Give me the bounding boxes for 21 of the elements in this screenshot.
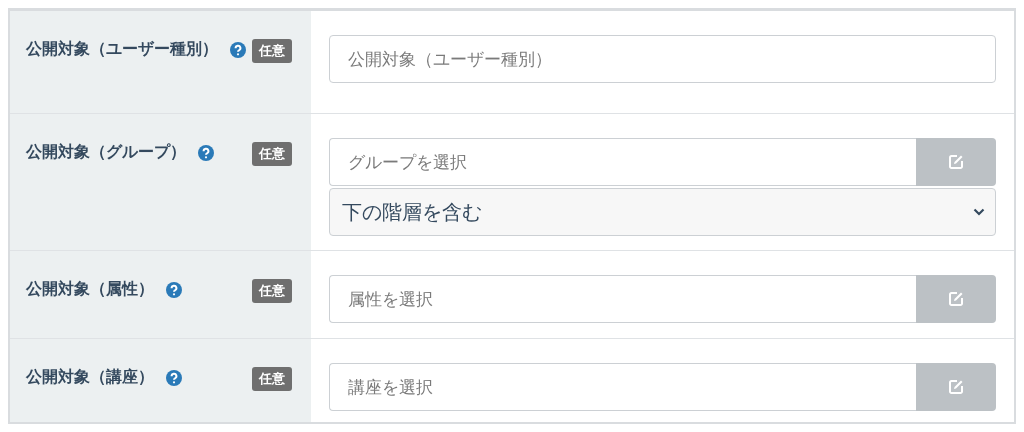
field-label: 公開対象（講座） xyxy=(26,367,154,388)
picker-field[interactable]: グループを選択 xyxy=(329,138,916,186)
field-label: 公開対象（ユーザー種別） xyxy=(26,39,218,60)
edit-icon xyxy=(948,154,964,170)
picker-field[interactable]: 属性を選択 xyxy=(329,275,916,323)
chevron-down-icon xyxy=(973,208,985,216)
optional-badge: 任意 xyxy=(252,142,292,166)
text-field[interactable]: 公開対象（ユーザー種別） xyxy=(329,35,996,83)
help-icon[interactable] xyxy=(166,369,182,386)
optional-badge: 任意 xyxy=(252,367,292,391)
help-icon[interactable] xyxy=(230,41,246,58)
field-label: 公開対象（属性） xyxy=(26,279,154,300)
help-icon[interactable] xyxy=(166,281,182,298)
help-icon[interactable] xyxy=(198,144,214,161)
edit-icon xyxy=(948,291,964,307)
picker-field[interactable]: 講座を選択 xyxy=(329,363,916,411)
edit-icon xyxy=(948,379,964,395)
optional-badge: 任意 xyxy=(252,279,292,303)
field-label: 公開対象（グループ） xyxy=(26,142,186,163)
select-dropdown[interactable]: 下の階層を含む xyxy=(329,188,996,236)
optional-badge: 任意 xyxy=(252,39,292,63)
